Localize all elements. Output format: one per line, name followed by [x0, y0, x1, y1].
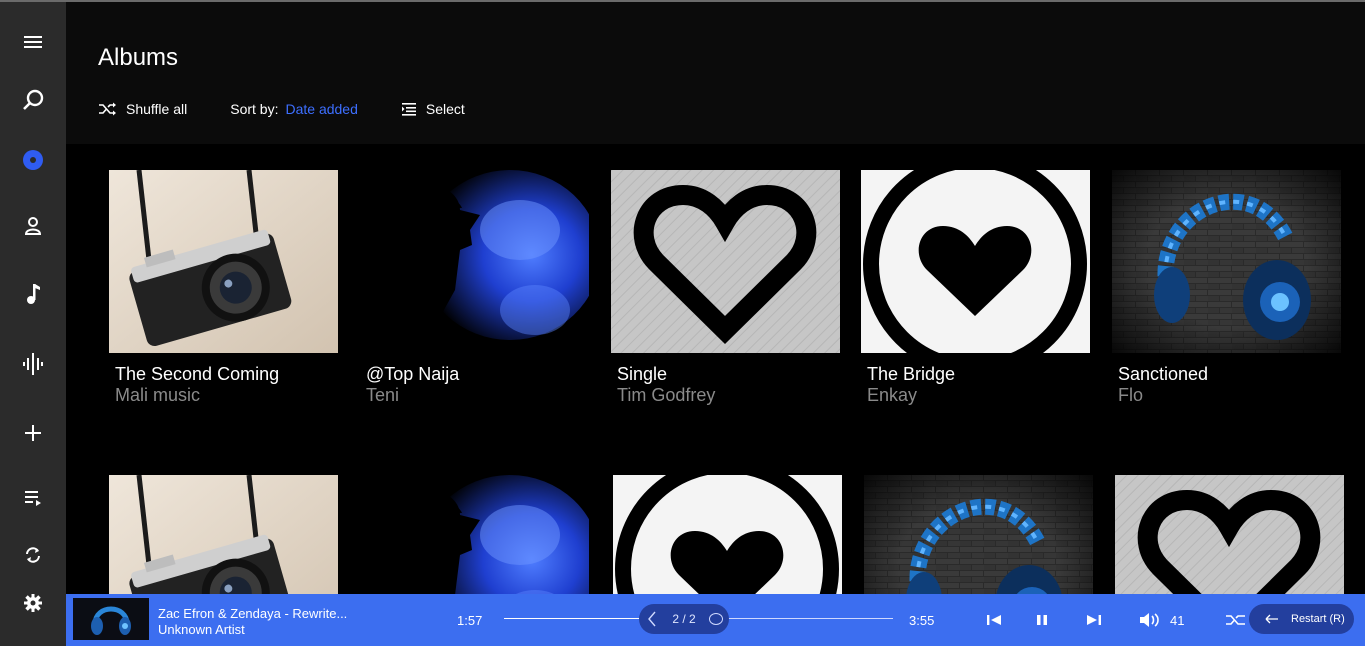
album-card[interactable]: Single Tim Godfrey	[611, 170, 840, 405]
player-bar: Zac Efron & Zendaya - Rewrite... Unknown…	[66, 594, 1365, 646]
album-art[interactable]	[613, 475, 842, 594]
album-card[interactable]	[1115, 475, 1344, 594]
volume-level: 41	[1170, 613, 1185, 628]
pause-icon[interactable]	[1030, 608, 1054, 632]
seek-thumb[interactable]	[709, 613, 723, 625]
album-art[interactable]	[864, 475, 1093, 594]
waveform-icon[interactable]	[0, 342, 66, 386]
album-artist[interactable]: Mali music	[115, 385, 200, 406]
queue-icon[interactable]	[0, 476, 66, 520]
album-artist[interactable]: Enkay	[867, 385, 917, 406]
pager-count: 2 / 2	[672, 612, 696, 626]
total-time: 3:55	[909, 613, 935, 628]
album-title[interactable]: Sanctioned	[1118, 364, 1208, 385]
album-card[interactable]: The Second Coming Mali music	[109, 170, 338, 405]
sort-by-dropdown[interactable]: Date added	[285, 101, 357, 117]
artist-icon[interactable]	[0, 204, 66, 248]
settings-gear-icon[interactable]	[0, 581, 66, 625]
now-playing-artwork[interactable]	[73, 598, 149, 640]
restart-button[interactable]: Restart (R)	[1249, 604, 1354, 634]
album-art[interactable]	[861, 170, 1090, 353]
album-art[interactable]	[109, 170, 338, 353]
toolbar: Shuffle all Sort by: Date added Select	[98, 98, 465, 120]
album-artist[interactable]: Tim Godfrey	[617, 385, 715, 406]
album-card[interactable]	[360, 475, 589, 594]
previous-track-icon[interactable]	[982, 608, 1006, 632]
select-label: Select	[425, 101, 465, 117]
shuffle-all-label: Shuffle all	[126, 101, 188, 117]
album-icon[interactable]	[0, 138, 66, 182]
elapsed-time: 1:57	[457, 613, 483, 628]
album-title[interactable]: The Second Coming	[115, 364, 279, 385]
album-art[interactable]	[1115, 475, 1344, 594]
album-title[interactable]: Single	[617, 364, 667, 385]
album-card[interactable]	[109, 475, 338, 594]
select-list-icon	[401, 103, 416, 116]
page-title: Albums	[98, 44, 179, 71]
album-card[interactable]	[613, 475, 842, 594]
album-art[interactable]	[109, 475, 338, 594]
search-icon[interactable]	[0, 78, 66, 122]
page-header: Albums Shuffle all Sort by: Date added S…	[66, 2, 1365, 144]
select-button[interactable]: Select	[401, 101, 465, 117]
album-title[interactable]: @Top Naija	[366, 364, 459, 385]
shuffle-icon[interactable]	[1224, 608, 1248, 632]
album-artist[interactable]: Flo	[1118, 385, 1143, 406]
album-card[interactable]: Sanctioned Flo	[1112, 170, 1341, 405]
volume-icon[interactable]	[1138, 608, 1162, 632]
album-card[interactable]: The Bridge Enkay	[861, 170, 1090, 405]
shuffle-all-button[interactable]: Shuffle all	[98, 101, 187, 117]
now-playing-title[interactable]: Zac Efron & Zendaya - Rewrite...	[158, 606, 347, 621]
album-art[interactable]	[611, 170, 840, 353]
sidebar	[0, 2, 66, 646]
refresh-icon[interactable]	[0, 533, 66, 577]
album-title[interactable]: The Bridge	[867, 364, 955, 385]
queue-pager[interactable]: 2 / 2	[639, 604, 729, 634]
album-artist[interactable]: Teni	[366, 385, 399, 406]
shuffle-icon	[99, 102, 116, 116]
album-art[interactable]	[1112, 170, 1341, 353]
sort-by-label: Sort by:	[230, 101, 279, 117]
music-note-icon[interactable]	[0, 272, 66, 316]
album-grid: The Second Coming Mali music @Top Naija Te…	[66, 144, 1365, 594]
now-playing-artist[interactable]: Unknown Artist	[158, 622, 245, 637]
next-track-icon[interactable]	[1082, 608, 1106, 632]
album-card[interactable]: @Top Naija Teni	[360, 170, 589, 405]
plus-icon[interactable]	[0, 411, 66, 455]
undo-arrow-icon	[1265, 614, 1278, 624]
album-art[interactable]	[360, 170, 589, 353]
chevron-left-icon[interactable]	[647, 611, 657, 627]
album-art[interactable]	[360, 475, 589, 594]
hamburger-menu-icon[interactable]	[0, 20, 66, 64]
restart-label: Restart (R)	[1291, 613, 1345, 625]
album-card[interactable]	[864, 475, 1093, 594]
